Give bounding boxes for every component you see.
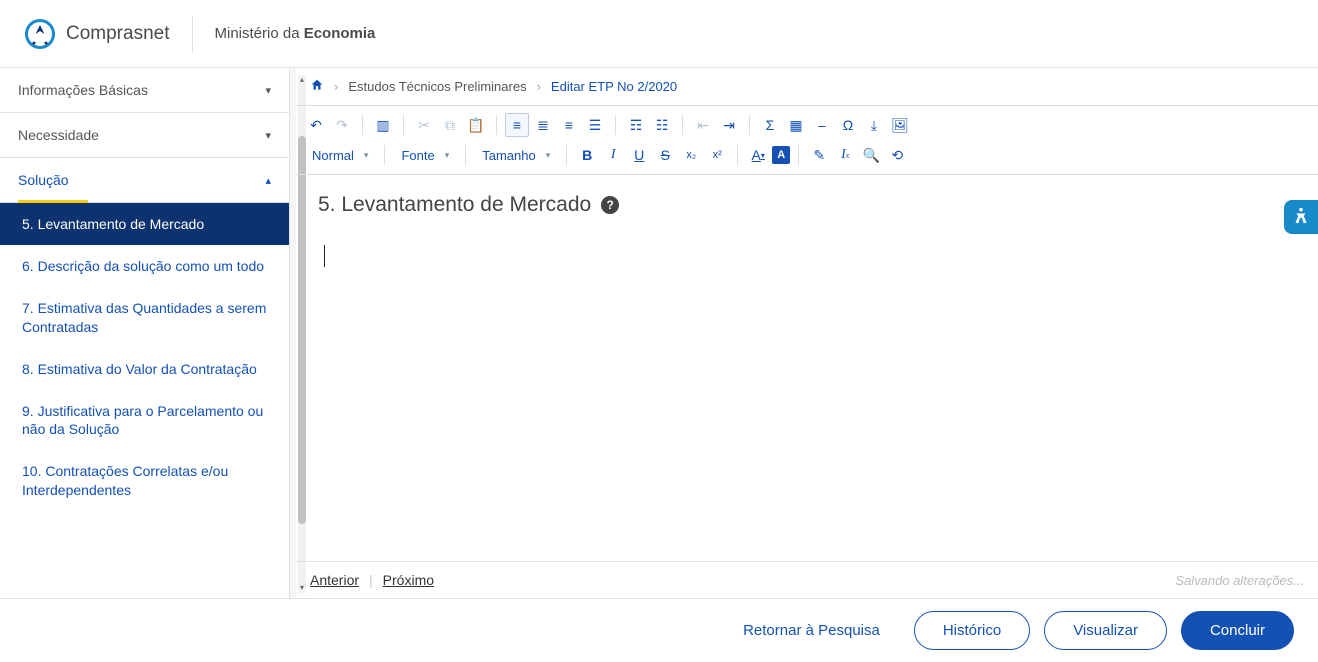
help-icon[interactable]: ? [601,196,619,214]
copy-icon[interactable]: ⧉ [438,113,462,137]
font-dropdown[interactable]: Fonte▾ [393,148,457,163]
sidebar-item-6[interactable]: 6. Descrição da solução como um todo [0,245,289,287]
paint-icon[interactable]: ✎ [807,143,831,167]
main-panel: › Estudos Técnicos Preliminares › Editar… [290,68,1318,598]
outdent-icon[interactable]: ⇤ [691,113,715,137]
sidebar-section-necessidade[interactable]: Necessidade ▾ [0,113,289,158]
columns-icon[interactable]: ▥ [371,113,395,137]
bg-color-icon[interactable]: A [772,146,790,164]
sidebar-item-10[interactable]: 10. Contratações Correlatas e/ou Interde… [0,450,289,510]
bold-icon[interactable]: B [575,143,599,167]
clear-format-icon[interactable]: Ix [833,143,857,167]
italic-icon[interactable]: I [601,143,625,167]
sidebar: Informações Básicas ▾ Necessidade ▾ Solu… [0,68,290,598]
indent-icon[interactable]: ⇥ [717,113,741,137]
sigma-icon[interactable]: Σ [758,113,782,137]
header-divider [192,16,193,52]
editor-area[interactable]: 5. Levantamento de Mercado ? [296,175,1318,561]
brand-name: Comprasnet [66,23,170,45]
sidebar-item-5[interactable]: 5. Levantamento de Mercado [0,203,289,245]
align-justify-icon[interactable]: ☰ [583,113,607,137]
redo-icon[interactable]: ↷ [330,113,354,137]
text-color-icon[interactable]: A▾ [746,143,770,167]
sidebar-section-informacoes[interactable]: Informações Básicas ▾ [0,68,289,113]
prev-link[interactable]: Anterior [310,572,359,588]
home-icon[interactable] [310,78,324,95]
table-icon[interactable]: ▦ [784,113,808,137]
text-cursor [324,245,325,267]
cut-icon[interactable]: ✂ [412,113,436,137]
replace-icon[interactable]: ⟲ [885,143,909,167]
breadcrumb-current[interactable]: Editar ETP No 2/2020 [551,79,677,94]
brand-logo[interactable]: Comprasnet [22,16,170,52]
page-nav: Anterior | Próximo Salvando alterações..… [296,561,1318,598]
chevron-down-icon: ▾ [265,129,271,142]
breadcrumb-root[interactable]: Estudos Técnicos Preliminares [348,79,526,94]
image-icon[interactable]: 🖼 [888,113,912,137]
size-dropdown[interactable]: Tamanho▾ [474,148,558,163]
subscript-icon[interactable]: x₂ [679,143,703,167]
editor-toolbar: ↶ ↷ ▥ ✂ ⧉ 📋 ≡ ≣ ≡ ☰ ☶ ☷ [296,105,1318,175]
bulleted-list-icon[interactable]: ☷ [650,113,674,137]
align-center-icon[interactable]: ≣ [531,113,555,137]
undo-icon[interactable]: ↶ [304,113,328,137]
pagebreak-icon[interactable]: ⤓ [862,113,886,137]
history-button[interactable]: Histórico [914,611,1030,650]
strike-icon[interactable]: S [653,143,677,167]
preview-button[interactable]: Visualizar [1044,611,1167,650]
chevron-down-icon: ▾ [265,84,271,97]
comprasnet-icon [22,16,58,52]
align-left-icon[interactable]: ≡ [505,113,529,137]
search-icon[interactable]: 🔍 [859,143,883,167]
numbered-list-icon[interactable]: ☶ [624,113,648,137]
accessibility-widget[interactable] [1284,200,1318,234]
footer-bar: Retornar à Pesquisa Histórico Visualizar… [0,598,1318,662]
sidebar-item-9[interactable]: 9. Justificativa para o Parcelamento ou … [0,390,289,450]
hr-icon[interactable]: ⎯ [810,113,834,137]
next-link[interactable]: Próximo [383,572,434,588]
chevron-up-icon: ▴ [265,174,271,187]
sidebar-item-7[interactable]: 7. Estimativa das Quantidades a serem Co… [0,287,289,347]
breadcrumb: › Estudos Técnicos Preliminares › Editar… [296,68,1318,105]
superscript-icon[interactable]: x² [705,143,729,167]
ministry-label: Ministério da Economia [215,25,376,42]
sidebar-section-solucao[interactable]: Solução ▴ [0,158,289,203]
omega-icon[interactable]: Ω [836,113,860,137]
format-dropdown[interactable]: Normal▾ [304,148,376,163]
section-title: 5. Levantamento de Mercado ? [318,193,1296,217]
paste-icon[interactable]: 📋 [464,113,488,137]
align-right-icon[interactable]: ≡ [557,113,581,137]
sidebar-item-8[interactable]: 8. Estimativa do Valor da Contratação [0,348,289,390]
header-bar: Comprasnet Ministério da Economia [0,0,1318,68]
underline-icon[interactable]: U [627,143,651,167]
back-link[interactable]: Retornar à Pesquisa [743,622,880,639]
finish-button[interactable]: Concluir [1181,611,1294,650]
saving-status: Salvando alterações... [1175,573,1304,588]
